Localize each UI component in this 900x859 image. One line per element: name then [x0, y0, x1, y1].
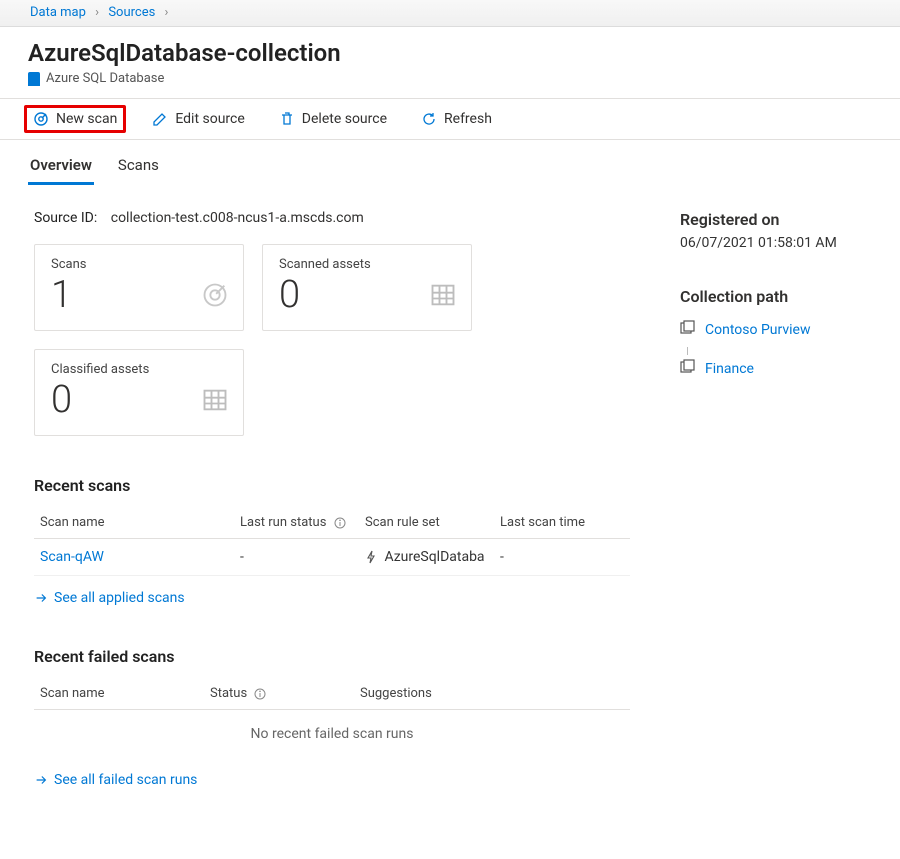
- recent-failed-scans-table: Scan name Status Suggestions: [34, 678, 630, 710]
- recent-scans-section: Recent scans Scan name Last run status S…: [34, 476, 630, 609]
- source-id-label: Source ID:: [34, 210, 97, 226]
- new-scan-button[interactable]: New scan: [24, 105, 126, 133]
- chevron-right-icon: ›: [165, 5, 169, 20]
- scan-time-cell: -: [494, 539, 630, 576]
- table-row[interactable]: Scan-qAW - AzureSqlDataba -: [34, 539, 630, 576]
- pencil-icon: [152, 111, 168, 127]
- new-scan-label: New scan: [56, 111, 117, 127]
- lightning-icon: [365, 550, 377, 564]
- collection-icon: [680, 320, 695, 339]
- breadcrumb-data-map[interactable]: Data map: [30, 5, 86, 20]
- arrow-right-icon: [34, 773, 48, 787]
- scan-ruleset-cell: AzureSqlDataba: [359, 539, 494, 576]
- source-type: Azure SQL Database: [28, 71, 872, 86]
- collection-path-child[interactable]: Finance: [680, 359, 870, 378]
- info-icon[interactable]: [254, 688, 266, 700]
- arrow-right-icon: [34, 591, 48, 605]
- col-failed-scan-name: Scan name: [34, 678, 204, 710]
- registered-on-label: Registered on: [680, 210, 870, 229]
- toolbar: New scan Edit source Delete source Refre…: [0, 99, 900, 140]
- edit-source-button[interactable]: Edit source: [144, 106, 252, 132]
- recent-scans-heading: Recent scans: [34, 476, 630, 495]
- collection-path-label: Collection path: [680, 287, 870, 306]
- main-panel: Source ID: collection-test.c008-ncus1-a.…: [34, 210, 630, 829]
- failed-scans-empty: No recent failed scan runs: [34, 710, 630, 758]
- page-header: AzureSqlDatabase-collection Azure SQL Da…: [0, 27, 900, 99]
- see-all-failed-scan-runs-link[interactable]: See all failed scan runs: [34, 772, 197, 788]
- col-failed-suggestions: Suggestions: [354, 678, 630, 710]
- edit-source-label: Edit source: [175, 111, 244, 127]
- see-all-applied-scans-link[interactable]: See all applied scans: [34, 590, 185, 606]
- delete-source-label: Delete source: [302, 111, 387, 127]
- tabs: Overview Scans: [0, 150, 900, 186]
- collection-path-root[interactable]: Contoso Purview: [680, 320, 870, 339]
- trash-icon: [279, 111, 295, 127]
- refresh-icon: [421, 111, 437, 127]
- registered-on-value: 06/07/2021 01:58:01 AM: [680, 235, 870, 251]
- card-classified-assets-label: Classified assets: [51, 362, 227, 377]
- target-icon: [33, 111, 49, 127]
- refresh-label: Refresh: [444, 111, 492, 127]
- source-type-label: Azure SQL Database: [46, 71, 164, 86]
- source-id: Source ID: collection-test.c008-ncus1-a.…: [34, 210, 630, 226]
- scan-status-cell: -: [234, 539, 359, 576]
- col-failed-status: Status: [204, 678, 354, 710]
- recent-scans-table: Scan name Last run status Scan rule set …: [34, 507, 630, 576]
- breadcrumb: Data map › Sources ›: [30, 5, 174, 20]
- page-title: AzureSqlDatabase-collection: [28, 39, 872, 67]
- col-last-run-status: Last run status: [234, 507, 359, 539]
- table-icon: [201, 386, 229, 418]
- card-classified-assets[interactable]: Classified assets 0: [34, 349, 244, 436]
- breadcrumb-sources[interactable]: Sources: [108, 5, 155, 20]
- recent-failed-scans-section: Recent failed scans Scan name Status Sug…: [34, 647, 630, 791]
- collection-icon: [680, 359, 695, 378]
- source-id-value: collection-test.c008-ncus1-a.mscds.com: [111, 210, 364, 226]
- col-last-scan-time: Last scan time: [494, 507, 630, 539]
- recent-failed-scans-heading: Recent failed scans: [34, 647, 630, 666]
- summary-cards: Scans 1 Scanned assets 0 Classified asse…: [34, 244, 630, 436]
- target-icon: [201, 281, 229, 313]
- scan-name-link[interactable]: Scan-qAW: [34, 539, 234, 576]
- info-icon[interactable]: [334, 517, 346, 529]
- table-icon: [429, 281, 457, 313]
- card-scans-label: Scans: [51, 257, 227, 272]
- refresh-button[interactable]: Refresh: [413, 106, 500, 132]
- chevron-right-icon: ›: [95, 5, 99, 20]
- path-connector: [687, 347, 870, 355]
- side-panel: Registered on 06/07/2021 01:58:01 AM Col…: [680, 210, 870, 829]
- col-scan-name: Scan name: [34, 507, 234, 539]
- col-scan-rule-set: Scan rule set: [359, 507, 494, 539]
- breadcrumb-bar: Data map › Sources ›: [0, 0, 900, 27]
- collection-path-root-label: Contoso Purview: [705, 322, 811, 338]
- card-scans[interactable]: Scans 1: [34, 244, 244, 331]
- database-icon: [28, 72, 40, 86]
- tab-overview[interactable]: Overview: [28, 150, 94, 185]
- card-scanned-assets-label: Scanned assets: [279, 257, 455, 272]
- tab-scans[interactable]: Scans: [116, 150, 161, 185]
- collection-path-child-label: Finance: [705, 361, 754, 377]
- delete-source-button[interactable]: Delete source: [271, 106, 395, 132]
- card-scanned-assets[interactable]: Scanned assets 0: [262, 244, 472, 331]
